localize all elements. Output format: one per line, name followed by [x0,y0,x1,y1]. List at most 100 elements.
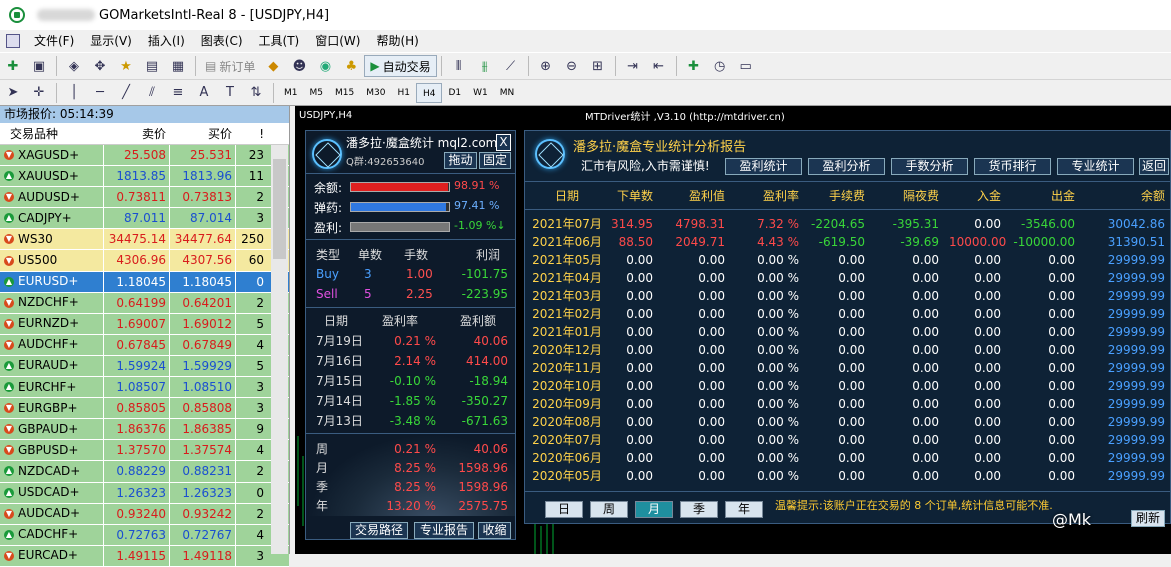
tab-5[interactable]: 返回 [1139,158,1169,175]
market-watch-row[interactable]: ▲ EURAUD+ 1.59924 1.59929 5 [0,355,289,378]
vertical-line-icon[interactable]: │ [63,82,85,104]
close-button[interactable]: X [496,134,511,151]
tab-2[interactable]: 手数分析 [891,158,968,175]
market-watch-row[interactable]: ▲ USDCAD+ 1.26323 1.26323 0 [0,482,289,504]
periods-icon[interactable]: ◷ [709,55,731,77]
data-window-icon[interactable]: ✥ [89,55,111,77]
menu-window[interactable]: 窗口(W) [307,30,368,52]
col-bid[interactable]: 卖价 [104,123,170,144]
tab-1[interactable]: 盈利分析 [808,158,885,175]
market-watch-row[interactable]: ▼ AUDCHF+ 0.67845 0.67849 4 [0,334,289,356]
new-chart-icon[interactable]: ✚ [2,55,24,77]
cursor-icon[interactable]: ➤ [2,82,24,104]
report-cell: 0.00 [698,343,725,357]
timeframe-h1[interactable]: H1 [391,83,416,103]
period-btn-0[interactable]: 日 [545,501,583,518]
templates-icon[interactable]: ▭ [735,55,757,77]
menu-view[interactable]: 显示(V) [82,30,140,52]
user-icon[interactable]: ☻ [288,55,310,77]
metaeditor-icon[interactable]: ◆ [262,55,284,77]
indicators-icon[interactable]: ✚ [683,55,705,77]
tab-3[interactable]: 货币排行 [974,158,1051,175]
timeframe-w1[interactable]: W1 [467,83,494,103]
market-watch-row[interactable]: ▼ AUDCAD+ 0.93240 0.93242 2 [0,503,289,525]
crosshair-icon[interactable]: ✛ [28,82,50,104]
timeframe-m1[interactable]: M1 [278,83,304,103]
menu-charts[interactable]: 图表(C) [193,30,251,52]
timeframe-mn[interactable]: MN [494,83,521,103]
candlestick-icon[interactable]: ⫵ [474,55,496,77]
label-icon[interactable]: T [219,82,241,104]
horizontal-line-icon[interactable]: ─ [89,82,111,104]
timeframe-m30[interactable]: M30 [360,83,391,103]
market-watch-row[interactable]: ▼ EURNZD+ 1.69007 1.69012 5 [0,313,289,335]
drag-button[interactable]: 拖动 [444,152,477,169]
market-watch-row[interactable]: ▲ CADJPY+ 87.011 87.014 3 [0,208,289,230]
tile-windows-icon[interactable]: ⊞ [587,55,609,77]
market-watch-row[interactable]: ▲ EURCHF+ 1.08507 1.08510 3 [0,377,289,399]
arrows-icon[interactable]: ⇅ [245,82,267,104]
market-watch-row[interactable]: ▲ NZDCAD+ 0.88229 0.88231 2 [0,461,289,483]
scroll-thumb[interactable] [273,159,286,259]
market-watch-row[interactable]: ▲ EURUSD+ 1.18045 1.18045 0 [0,271,289,293]
market-watch-row[interactable]: ▼ WS30 34475.14 34477.64 250 [0,229,289,251]
navigator-icon[interactable]: ★ [115,55,137,77]
trade-path-button[interactable]: 交易路径 [350,522,408,539]
market-watch-row[interactable]: ▼ GBPUSD+ 1.37570 1.37574 4 [0,440,289,462]
period-btn-2[interactable]: 月 [635,501,673,518]
period-btn-3[interactable]: 季 [680,501,718,518]
period-btn-4[interactable]: 年 [725,501,763,518]
market-watch-row[interactable]: ▼ NZDCHF+ 0.64199 0.64201 2 [0,292,289,314]
period-btn-1[interactable]: 周 [590,501,628,518]
toolbar-drawing: ➤ ✛ │ ─ ╱ ⫽ ≡ A T ⇅ M1 M5 M15 M30 H1 H4 D1 W1 MN [0,80,1171,106]
market-watch-row[interactable]: ▼ XAGUSD+ 25.508 25.531 23 [0,145,289,167]
report-cell: 0.00 % [757,361,799,375]
market-watch-scrollbar[interactable] [271,145,288,554]
pro-report-button[interactable]: 专业报告 [414,522,474,539]
collapse-button[interactable]: 收缩 [478,522,511,539]
timeframe-m5[interactable]: M5 [304,83,330,103]
market-watch-row[interactable]: ▲ XAUUSD+ 1813.85 1813.96 11 [0,166,289,188]
zoom-in-icon[interactable]: ⊕ [535,55,557,77]
market-watch-row[interactable]: ▲ CADCHF+ 0.72763 0.72767 4 [0,524,289,546]
tab-0[interactable]: 盈利统计 [725,158,802,175]
market-watch-row[interactable]: ▼ AUDUSD+ 0.73811 0.73813 2 [0,187,289,209]
refresh-button[interactable]: 刷新 [1131,510,1165,527]
text-icon[interactable]: A [193,82,215,104]
tab-4[interactable]: 专业统计 [1057,158,1134,175]
doc-icon[interactable] [6,34,20,48]
profiles-icon[interactable]: ▣ [28,55,50,77]
market-watch-icon[interactable]: ◈ [63,55,85,77]
pin-button[interactable]: 固定 [479,152,511,169]
autoscroll-icon[interactable]: ⇥ [622,55,644,77]
menu-help[interactable]: 帮助(H) [368,30,426,52]
community-icon[interactable]: ♣ [340,55,362,77]
menu-file[interactable]: 文件(F) [26,30,82,52]
timeframe-h4[interactable]: H4 [415,82,443,103]
chart-shift-icon[interactable]: ⇤ [648,55,670,77]
channel-icon[interactable]: ⫽ [141,82,163,104]
market-watch-row[interactable]: ▼ EURCAD+ 1.49115 1.49118 3 [0,545,289,567]
ask-cell: 0.67849 [170,334,236,355]
new-order-button[interactable]: ▤ 新订单 [200,55,260,77]
col-symbol[interactable]: 交易品种 [0,123,104,144]
terminal-icon[interactable]: ▤ [141,55,163,77]
zoom-out-icon[interactable]: ⊖ [561,55,583,77]
market-watch-row[interactable]: ▼ EURGBP+ 0.85805 0.85808 3 [0,398,289,420]
bar-chart-icon[interactable]: ⫴ [448,55,470,77]
market-watch-row[interactable]: ▼ GBPAUD+ 1.86376 1.86385 9 [0,419,289,441]
trendline-icon[interactable]: ╱ [115,82,137,104]
menu-insert[interactable]: 插入(I) [140,30,193,52]
strategy-tester-icon[interactable]: ▦ [167,55,189,77]
signals-icon[interactable]: ◉ [314,55,336,77]
market-watch-row[interactable]: ▼ US500 4306.96 4307.56 60 [0,250,289,272]
report-cell: 0.00 [912,415,939,429]
timeframe-d1[interactable]: D1 [442,83,467,103]
auto-trade-button[interactable]: ▶ 自动交易 [364,55,437,77]
fibonacci-icon[interactable]: ≡ [167,82,189,104]
col-spread[interactable]: ! [236,123,266,144]
timeframe-m15[interactable]: M15 [329,83,360,103]
line-chart-icon[interactable]: ⟋ [500,55,522,77]
col-ask[interactable]: 买价 [170,123,236,144]
menu-tools[interactable]: 工具(T) [251,30,308,52]
